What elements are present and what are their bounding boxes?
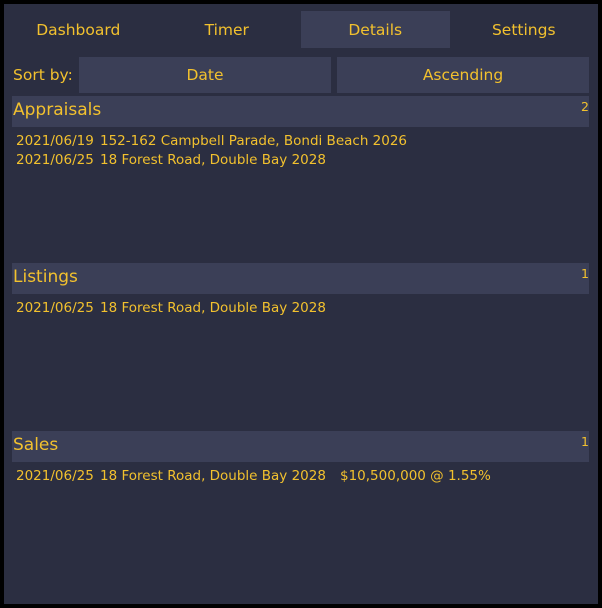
row-date: 2021/06/25 (16, 152, 94, 168)
details-panel: Dashboard Timer Details Settings Sort by… (4, 4, 598, 604)
tab-dashboard[interactable]: Dashboard (4, 11, 153, 48)
sales-count: 1 (581, 434, 589, 449)
appraisals-list: 2021/06/19 152-162 Campbell Parade, Bond… (12, 123, 589, 260)
sales-title: Sales (13, 435, 59, 455)
tab-details[interactable]: Details (301, 11, 450, 48)
app-window: Dashboard Timer Details Settings Sort by… (0, 0, 602, 608)
sales-list: 2021/06/25 18 Forest Road, Double Bay 20… (12, 458, 589, 596)
tab-settings[interactable]: Settings (450, 11, 599, 48)
listings-count: 1 (581, 266, 589, 281)
row-date: 2021/06/25 (16, 300, 94, 316)
sort-field-button[interactable]: Date (79, 57, 331, 93)
row-date: 2021/06/19 (16, 133, 94, 149)
listings-title: Listings (13, 267, 78, 287)
appraisals-header: Appraisals 2 (12, 96, 589, 126)
sort-by-label: Sort by: (13, 66, 73, 84)
listings-header: Listings 1 (12, 263, 589, 293)
list-item[interactable]: 2021/06/25 18 Forest Road, Double Bay 20… (16, 468, 576, 487)
row-date: 2021/06/25 (16, 468, 94, 484)
row-address: 18 Forest Road, Double Bay 2028 (100, 300, 326, 316)
tab-bar: Dashboard Timer Details Settings (4, 11, 598, 48)
sales-header: Sales 1 (12, 431, 589, 461)
appraisals-count: 2 (581, 99, 589, 114)
appraisals-title: Appraisals (13, 100, 102, 120)
row-address: 18 Forest Road, Double Bay 2028 (100, 468, 326, 484)
row-amount: $10,500,000 @ 1.55% (340, 468, 491, 484)
listings-list: 2021/06/25 18 Forest Road, Double Bay 20… (12, 290, 589, 428)
tab-timer[interactable]: Timer (153, 11, 302, 48)
row-address: 18 Forest Road, Double Bay 2028 (100, 152, 326, 168)
row-address: 152-162 Campbell Parade, Bondi Beach 202… (100, 133, 408, 149)
sort-order-button[interactable]: Ascending (337, 57, 589, 93)
